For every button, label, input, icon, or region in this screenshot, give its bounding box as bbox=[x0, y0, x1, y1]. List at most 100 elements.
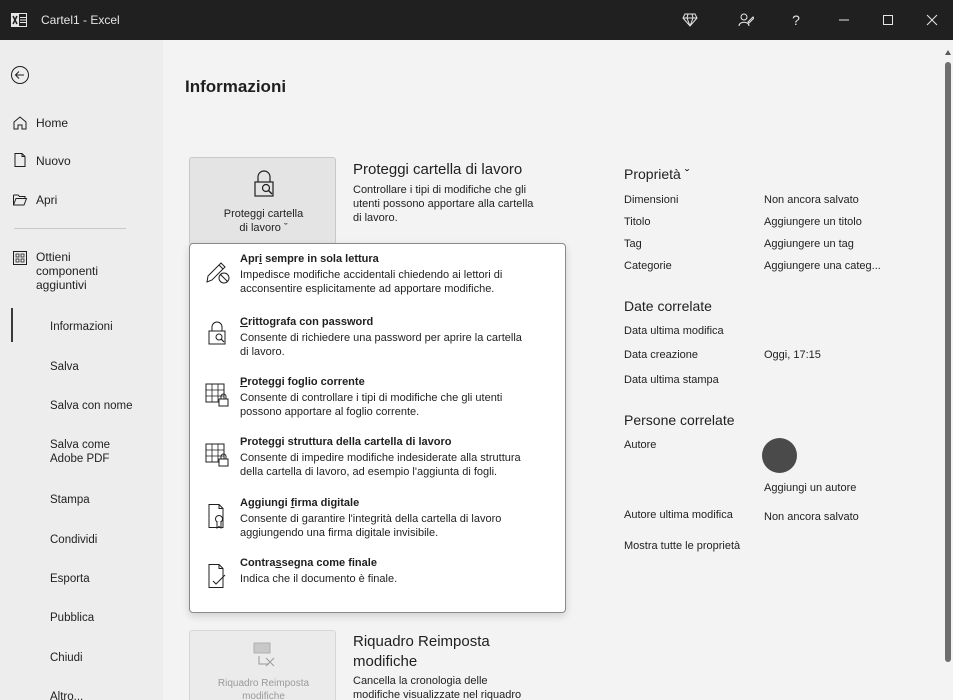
date-label: Data ultima stampa bbox=[624, 374, 719, 386]
date-value: Oggi, 17:15 bbox=[764, 349, 821, 361]
protect-section-title: Proteggi cartella di lavoro bbox=[353, 161, 523, 178]
sidebar-item-print[interactable]: Stampa bbox=[50, 493, 90, 507]
sidebar-item-info[interactable]: Informazioni bbox=[50, 320, 113, 334]
prop-label: Titolo bbox=[624, 216, 651, 228]
reset-changes-pane-button[interactable]: Riquadro Reimposta modifiche bbox=[189, 630, 336, 700]
properties-header[interactable]: Proprietà ˇ bbox=[624, 166, 689, 182]
menu-item-title: Contrassegna come finale bbox=[240, 557, 377, 569]
sidebar-item-save-as-pdf[interactable]: Salva come Adobe PDF bbox=[50, 438, 140, 466]
document-check-icon bbox=[208, 564, 226, 588]
related-dates-header: Date correlate bbox=[624, 298, 712, 314]
minimize-icon[interactable] bbox=[822, 0, 866, 40]
sidebar-item-save-as[interactable]: Salva con nome bbox=[50, 399, 132, 413]
menu-item-desc: Indica che il documento è finale. bbox=[240, 573, 398, 585]
main-panel: Informazioni Proteggi cartella di lavoro… bbox=[163, 40, 943, 700]
protect-section-desc: Controllare i tipi di modifiche che gli … bbox=[353, 183, 533, 225]
menu-item-encrypt-password[interactable]: Crittografa con password Consente di ric… bbox=[190, 316, 565, 366]
date-label: Data creazione bbox=[624, 349, 698, 361]
sidebar-item-addins[interactable]: Ottieni componenti aggiuntivi bbox=[0, 248, 163, 294]
menu-item-desc: Consente di impedire modifiche indesider… bbox=[240, 452, 521, 478]
menu-item-digital-signature[interactable]: Aggiungi firma digitale Consente di gara… bbox=[190, 497, 565, 547]
sidebar-item-label: Apri bbox=[36, 193, 58, 207]
prop-value: Non ancora salvato bbox=[764, 194, 859, 206]
reset-title-line: modifiche bbox=[353, 653, 418, 670]
show-all-properties-link[interactable]: Mostra tutte le proprietà bbox=[624, 540, 740, 552]
changes-pane-icon bbox=[253, 642, 275, 667]
last-modified-by-label: Autore ultima modifica bbox=[624, 509, 733, 521]
menu-item-title: Proteggi struttura della cartella di lav… bbox=[240, 436, 452, 448]
sidebar-item-open[interactable]: Apri bbox=[0, 191, 163, 209]
menu-item-desc: Impedisce modifiche accidentali chiedend… bbox=[240, 269, 503, 295]
prop-category-value[interactable]: Aggiungere una categ... bbox=[764, 260, 881, 272]
signature-ribbon-icon bbox=[208, 504, 224, 529]
page-title: Informazioni bbox=[185, 77, 287, 96]
window-title: Cartel1 - Excel bbox=[41, 13, 120, 27]
menu-item-always-read-only[interactable]: Apri sempre in sola lettura Impedisce mo… bbox=[190, 253, 565, 303]
prop-tag-value[interactable]: Aggiungere un tag bbox=[764, 238, 854, 250]
sidebar-item-more[interactable]: Altro... bbox=[50, 690, 83, 700]
reset-section-title: Riquadro Reimposta modifiche bbox=[353, 632, 490, 672]
reset-button-label-line2: modifiche bbox=[242, 691, 285, 700]
menu-item-mark-final[interactable]: Contrassegna come finale Indica che il d… bbox=[190, 557, 565, 601]
maximize-icon[interactable] bbox=[866, 0, 910, 40]
reset-button-label-line1: Riquadro Reimposta bbox=[217, 678, 310, 689]
avatar bbox=[762, 438, 797, 473]
protect-button-label-line1: Proteggi cartella bbox=[223, 208, 304, 220]
protect-button-label: Proteggi cartella di lavoro ˇ bbox=[190, 207, 337, 235]
reset-section-desc: Cancella la cronologia delle modifiche v… bbox=[353, 674, 521, 700]
add-author-link[interactable]: Aggiungi un autore bbox=[764, 482, 856, 494]
sidebar-item-label: Nuovo bbox=[36, 154, 71, 168]
protect-workbook-button[interactable]: Proteggi cartella di lavoro ˇ bbox=[189, 157, 336, 245]
back-arrow-icon[interactable] bbox=[10, 65, 30, 85]
prop-label: Dimensioni bbox=[624, 194, 679, 206]
sidebar-item-save[interactable]: Salva bbox=[50, 360, 79, 374]
sidebar-item-label: Home bbox=[36, 116, 69, 130]
excel-app-icon bbox=[11, 13, 27, 27]
menu-item-protect-sheet[interactable]: Proteggi foglio corrente Consente di con… bbox=[190, 376, 565, 426]
prop-title-value[interactable]: Aggiungere un titolo bbox=[764, 216, 862, 228]
date-label: Data ultima modifica bbox=[624, 325, 724, 337]
scroll-thumb[interactable] bbox=[945, 62, 951, 662]
new-document-icon bbox=[14, 153, 26, 167]
diamond-icon[interactable] bbox=[670, 0, 710, 40]
help-icon[interactable]: ? bbox=[776, 0, 816, 40]
protect-dropdown-menu: Apri sempre in sola lettura Impedisce mo… bbox=[189, 243, 566, 613]
reset-button-label: Riquadro Reimposta modifiche bbox=[190, 677, 337, 700]
menu-item-protect-structure[interactable]: Proteggi struttura della cartella di lav… bbox=[190, 436, 565, 486]
sidebar-divider bbox=[14, 228, 126, 229]
folder-open-icon bbox=[13, 194, 28, 206]
protect-desc-line: di lavoro. bbox=[353, 212, 398, 224]
sidebar-item-export[interactable]: Esporta bbox=[50, 572, 90, 586]
menu-item-desc: Consente di garantire l'integrità della … bbox=[240, 513, 502, 539]
reset-title-line: Riquadro Reimposta bbox=[353, 633, 490, 650]
close-icon[interactable] bbox=[912, 0, 952, 40]
reset-desc-line: modifiche visualizzate nel riquadro bbox=[353, 689, 522, 700]
lock-key-icon bbox=[208, 321, 226, 345]
sidebar-item-share[interactable]: Condividi bbox=[50, 533, 97, 547]
sidebar-item-new[interactable]: Nuovo bbox=[0, 152, 163, 170]
author-label: Autore bbox=[624, 439, 657, 451]
protect-button-label-line2: di lavoro ˇ bbox=[239, 222, 288, 234]
prop-label: Categorie bbox=[624, 260, 672, 272]
sidebar-item-publish[interactable]: Pubblica bbox=[50, 611, 94, 625]
backstage-sidebar: Home Nuovo Apri Ottieni componenti aggiu… bbox=[0, 40, 163, 700]
prop-label: Tag bbox=[624, 238, 642, 250]
vertical-scrollbar[interactable] bbox=[943, 40, 953, 700]
protect-desc-line: Controllare i tipi di modifiche che gli bbox=[353, 184, 527, 196]
menu-item-desc: Consente di richiedere una password per … bbox=[240, 332, 522, 358]
sidebar-item-label: Ottieni componenti aggiuntivi bbox=[36, 250, 99, 292]
title-bar: Cartel1 - Excel ? bbox=[0, 0, 953, 40]
lock-search-icon bbox=[254, 170, 274, 197]
sidebar-item-close[interactable]: Chiudi bbox=[50, 651, 83, 665]
reset-desc-line: Cancella la cronologia delle bbox=[353, 675, 488, 687]
protect-desc-line: utenti possono apportare alla cartella bbox=[353, 198, 534, 210]
addins-grid-icon bbox=[13, 251, 27, 265]
menu-item-title: Crittografa con password bbox=[240, 316, 374, 328]
last-modified-by-value: Non ancora salvato bbox=[764, 511, 859, 523]
menu-item-desc: Consente di controllare i tipi di modifi… bbox=[240, 392, 503, 418]
scroll-up-icon[interactable] bbox=[945, 50, 951, 55]
sidebar-item-home[interactable]: Home bbox=[0, 114, 163, 132]
pen-person-icon[interactable] bbox=[726, 0, 766, 40]
related-people-header: Persone correlate bbox=[624, 412, 735, 428]
pencil-no-icon bbox=[206, 262, 230, 284]
